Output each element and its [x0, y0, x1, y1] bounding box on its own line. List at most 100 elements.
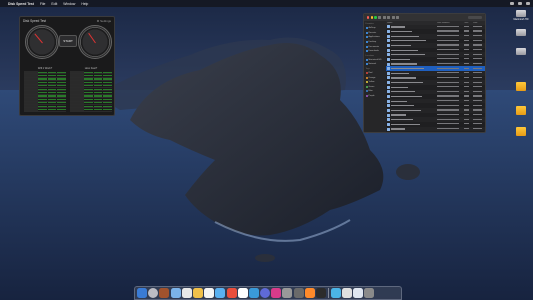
dock-app-icon[interactable]	[248, 288, 259, 298]
wifi-icon[interactable]	[510, 2, 514, 5]
result-format-cell	[24, 91, 38, 94]
dst-settings-button[interactable]: ⚙ Settings	[97, 19, 111, 23]
dock-app-icon[interactable]	[181, 288, 192, 298]
file-name-cell	[386, 30, 437, 34]
cell-text	[464, 86, 470, 88]
dock-app-icon[interactable]	[316, 288, 326, 298]
file-icon	[387, 43, 390, 47]
result-status-cell	[84, 95, 93, 97]
menu-help[interactable]: Help	[81, 2, 88, 6]
dock-app-icon[interactable]	[215, 288, 226, 298]
dock-app-icon[interactable]	[271, 288, 282, 298]
desktop-drive[interactable]: Macintosh HD	[510, 9, 532, 21]
forward-icon[interactable]	[382, 16, 386, 19]
cell-text	[436, 95, 459, 97]
result-status-cell	[47, 98, 57, 100]
sidebar-item-icon	[365, 27, 368, 30]
file-icon	[387, 25, 390, 29]
file-row[interactable]	[386, 126, 485, 132]
column-kind[interactable]: Kind	[473, 22, 485, 24]
file-name-cell	[386, 71, 437, 75]
desktop-folder[interactable]	[510, 127, 532, 137]
dock-app-icon[interactable]	[353, 288, 364, 298]
dock-app-icon[interactable]	[159, 288, 170, 298]
file-name-text	[391, 91, 415, 93]
file-name-cell	[386, 43, 437, 47]
close-button[interactable]	[367, 16, 370, 19]
spotlight-icon[interactable]	[526, 2, 530, 5]
cell-text	[436, 67, 459, 69]
dock-app-icon[interactable]	[260, 288, 271, 298]
result-status-cell	[93, 98, 103, 100]
result-status-cell	[84, 71, 93, 73]
file-name-text	[391, 26, 405, 28]
result-status-cell	[103, 91, 112, 94]
result-status-cell	[38, 71, 47, 73]
result-status-cell	[103, 81, 112, 83]
share-icon[interactable]	[396, 16, 400, 19]
menu-file[interactable]: File	[40, 2, 45, 6]
menu-edit[interactable]: Edit	[51, 2, 57, 6]
result-status-cell	[103, 102, 112, 104]
file-name-cell	[386, 90, 437, 94]
result-status-cell	[57, 105, 66, 107]
desktop-drive[interactable]	[510, 28, 532, 37]
zoom-button[interactable]	[374, 16, 377, 19]
date-cell	[436, 100, 464, 102]
dock-app-icon[interactable]	[148, 288, 159, 298]
dock-app-icon[interactable]	[170, 288, 181, 298]
result-status-cell	[38, 108, 47, 111]
menu-app-name[interactable]: Disk Speed Test	[8, 2, 34, 6]
size-cell	[464, 113, 473, 116]
result-status-cell	[47, 74, 57, 77]
dock-app-icon[interactable]	[237, 288, 248, 298]
result-status-cell	[84, 85, 93, 87]
view-icon[interactable]	[387, 16, 391, 19]
cell-text	[436, 86, 459, 88]
column-name[interactable]: Name	[386, 22, 437, 24]
date-cell	[436, 44, 464, 46]
size-cell	[464, 76, 473, 79]
desktop-drive[interactable]	[510, 47, 532, 56]
desktop-folder[interactable]	[510, 106, 532, 116]
column-size[interactable]: Size	[464, 22, 473, 24]
battery-icon[interactable]	[518, 2, 522, 5]
dock-app-icon[interactable]	[137, 288, 147, 298]
dock-app-icon[interactable]	[282, 288, 293, 298]
kind-cell	[473, 81, 485, 84]
result-status-cell	[57, 98, 66, 100]
tag-color-icon	[365, 95, 368, 98]
dock-app-icon[interactable]	[204, 288, 215, 298]
cell-text	[473, 109, 483, 111]
dock-app-icon[interactable]	[226, 288, 237, 298]
back-icon[interactable]	[378, 16, 382, 19]
file-name-cell	[386, 25, 437, 29]
file-name-text	[391, 40, 426, 42]
dock	[134, 286, 402, 300]
size-cell	[464, 53, 473, 56]
sidebar-item-label: Blue	[368, 90, 373, 93]
size-cell	[464, 67, 473, 70]
result-status-cell	[38, 105, 47, 107]
dock-app-icon[interactable]	[304, 288, 315, 298]
column-date[interactable]: Date Modified	[437, 22, 464, 24]
sidebar-item-icon	[365, 58, 368, 61]
sidebar-tag-purple[interactable]: Purple	[364, 94, 386, 99]
start-button[interactable]: START	[59, 35, 77, 47]
kind-cell	[473, 72, 485, 74]
kind-cell	[473, 39, 485, 42]
search-field[interactable]	[468, 15, 482, 20]
cell-text	[464, 35, 470, 37]
cell-text	[436, 100, 459, 102]
minimize-button[interactable]	[370, 16, 373, 19]
dock-app-icon[interactable]	[364, 288, 375, 298]
desktop-folder[interactable]	[510, 82, 532, 92]
menu-window[interactable]: Window	[63, 2, 75, 6]
dock-app-icon[interactable]	[342, 288, 353, 298]
file-name-cell	[386, 85, 437, 89]
kind-cell	[473, 90, 485, 93]
dock-app-icon[interactable]	[293, 288, 304, 298]
dock-app-icon[interactable]	[192, 288, 203, 298]
arrange-icon[interactable]	[391, 16, 395, 19]
dock-app-icon[interactable]	[330, 288, 341, 298]
